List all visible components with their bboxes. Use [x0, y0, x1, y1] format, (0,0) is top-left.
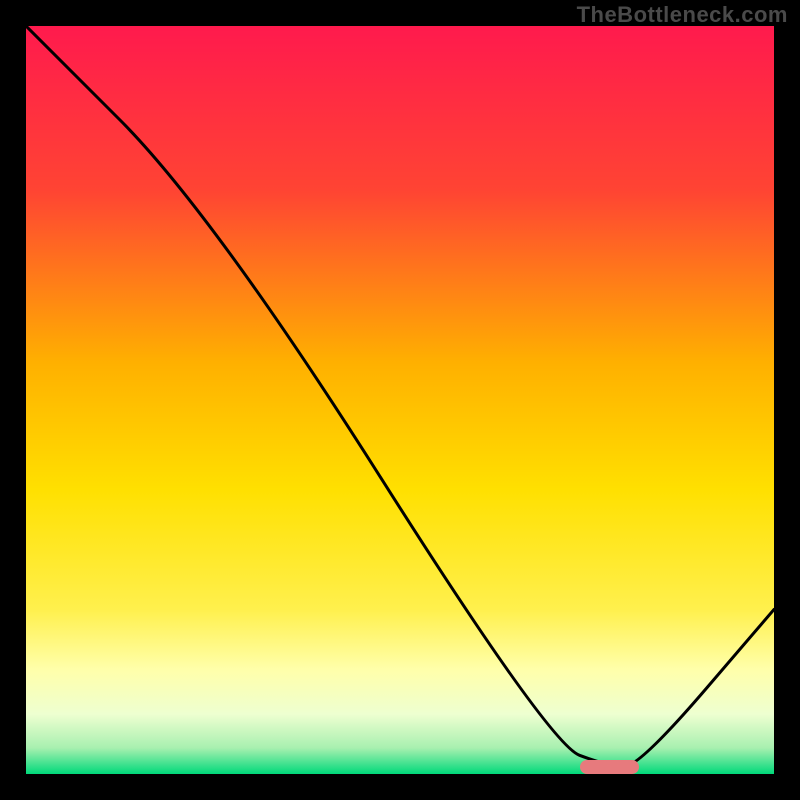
- optimal-marker: [580, 760, 640, 774]
- plot-area: [26, 26, 774, 774]
- watermark-label: TheBottleneck.com: [577, 2, 788, 28]
- chart-svg: [26, 26, 774, 774]
- chart-frame: TheBottleneck.com: [0, 0, 800, 800]
